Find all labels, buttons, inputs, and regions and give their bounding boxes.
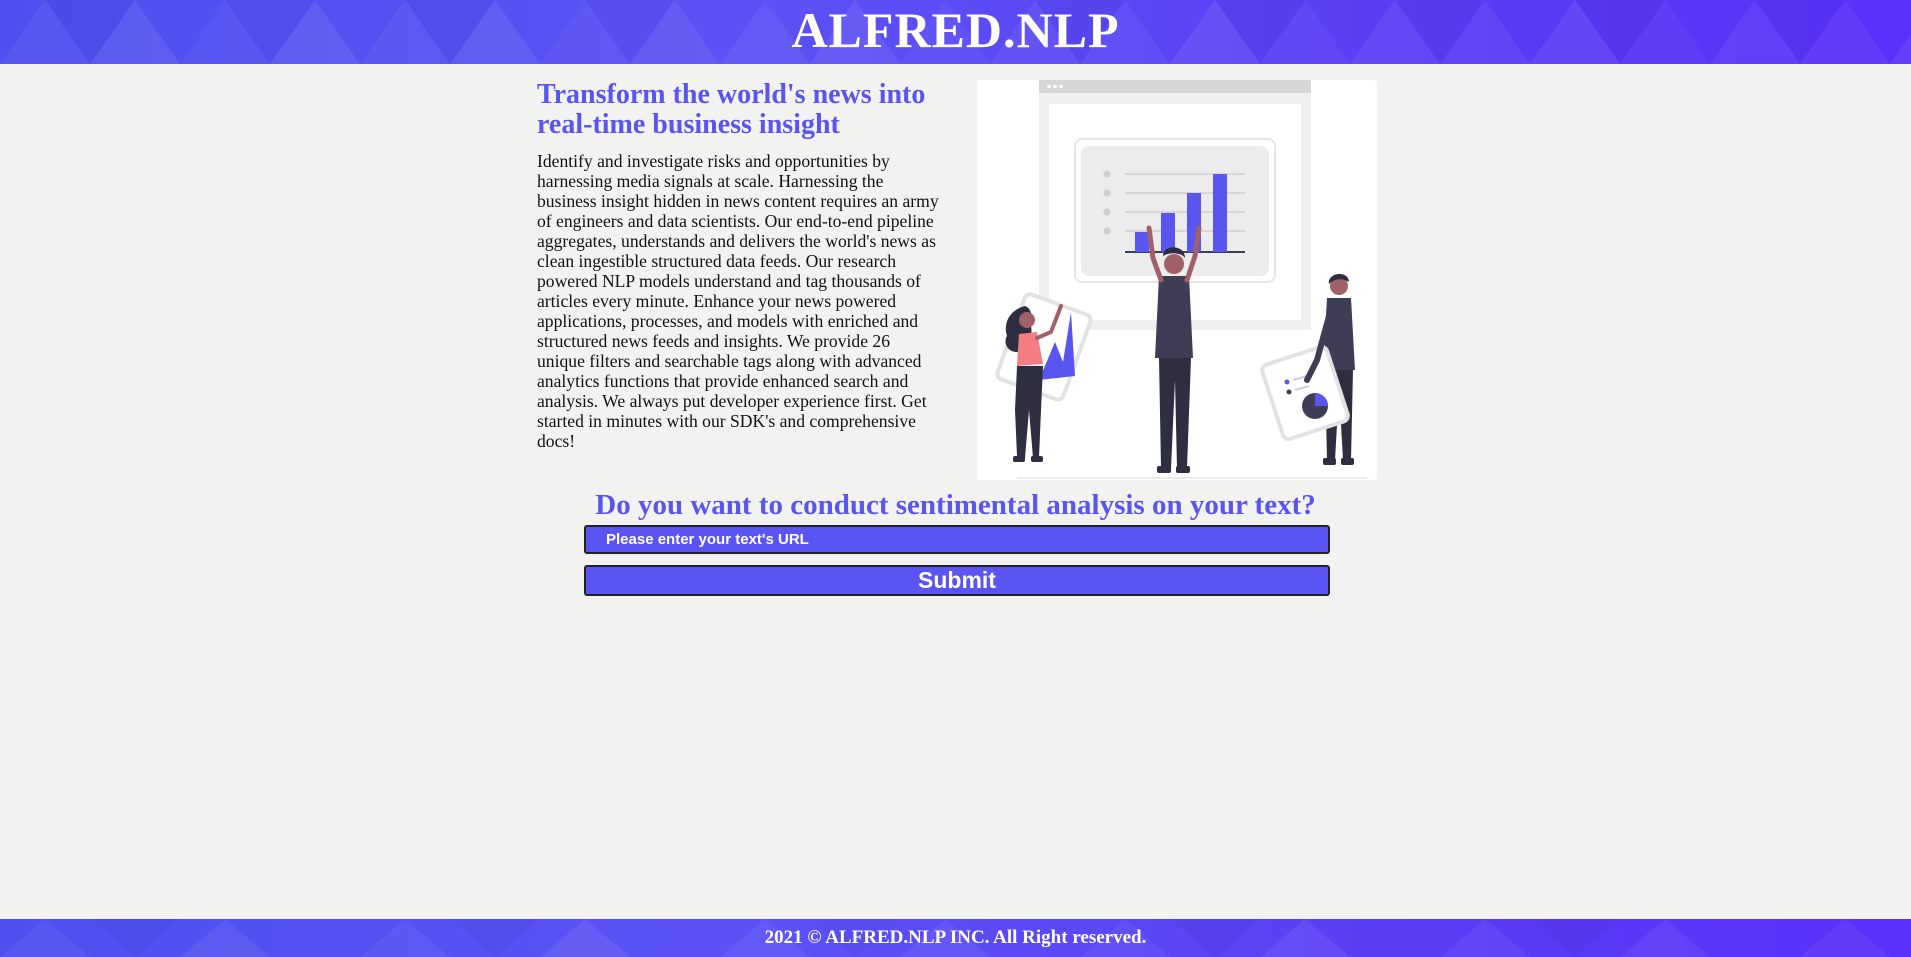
- brand-logo-text: ALFRED.NLP: [791, 2, 1120, 58]
- browser-titlebar-shape: [1039, 80, 1311, 93]
- hero-illustration: [977, 80, 1377, 480]
- pie-legend-dot-1: [1284, 379, 1290, 385]
- submit-button[interactable]: Submit: [584, 565, 1330, 596]
- site-footer: 2021 © ALFRED.NLP INC. All Right reserve…: [0, 919, 1911, 957]
- window-dot-1: [1047, 84, 1051, 89]
- pie-legend-dot-2: [1286, 389, 1292, 395]
- chart-bar-2: [1161, 213, 1175, 252]
- chart-dot-4: [1103, 227, 1111, 235]
- center-man-shirt-shape: [1155, 276, 1193, 358]
- right-man-right-shoe: [1341, 458, 1354, 465]
- center-man-head-shape: [1164, 254, 1184, 274]
- woman-head-shape: [1019, 312, 1035, 328]
- hero-description: Identify and investigate risks and oppor…: [537, 151, 939, 451]
- site-header: ALFRED.NLP: [0, 0, 1911, 64]
- right-man-left-shoe: [1323, 458, 1336, 465]
- woman-pants-shape: [1015, 366, 1043, 458]
- center-man-pants-shape: [1159, 358, 1191, 468]
- window-dot-3: [1059, 84, 1063, 89]
- sentiment-analysis-heading: Do you want to conduct sentimental analy…: [595, 489, 1316, 521]
- chart-dot-1: [1103, 170, 1111, 178]
- text-url-input[interactable]: [584, 525, 1330, 554]
- chart-dot-2: [1103, 189, 1111, 197]
- woman-left-shoe: [1013, 456, 1025, 462]
- chart-bar-1: [1135, 232, 1149, 252]
- team-analyzing-bar-chart-illustration: [995, 80, 1367, 479]
- person-woman-figure: [995, 292, 1093, 462]
- hero-title: Transform the world's news into real-tim…: [537, 79, 926, 140]
- chart-bar-4: [1213, 174, 1227, 252]
- woman-right-shoe: [1031, 456, 1043, 462]
- window-dot-2: [1053, 84, 1057, 89]
- center-man-right-shoe: [1176, 466, 1190, 473]
- person-center-figure: [1146, 225, 1202, 473]
- center-man-left-shoe: [1157, 466, 1171, 473]
- chart-dot-3: [1103, 208, 1111, 216]
- footer-copyright: 2021 © ALFRED.NLP INC. All Right reserve…: [764, 927, 1147, 948]
